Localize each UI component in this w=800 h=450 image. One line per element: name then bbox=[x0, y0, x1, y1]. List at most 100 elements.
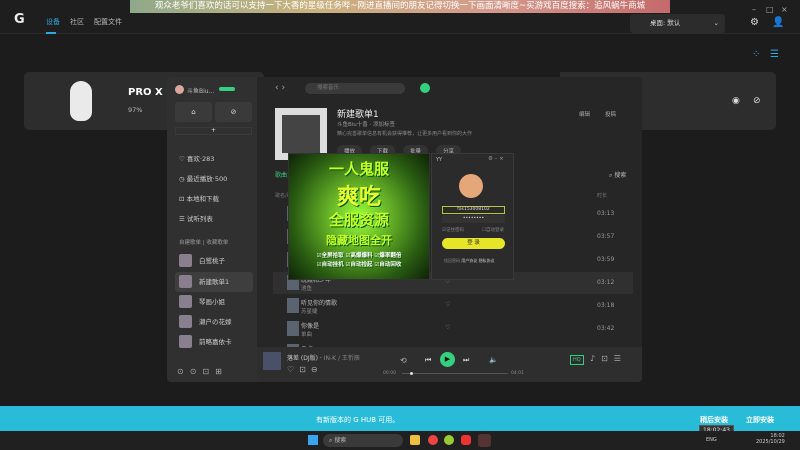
close-button[interactable]: × bbox=[781, 5, 788, 14]
previous-icon[interactable]: ⏮ bbox=[425, 356, 431, 365]
add-tag-link[interactable]: 添加标签 bbox=[373, 122, 395, 128]
battery-level: 97% bbox=[128, 106, 143, 114]
creator[interactable]: 斗鱼Biu十香 bbox=[337, 122, 368, 128]
yy-login-window: YY ⚙ – × fas153008102 •••••••• ☑记住密码 ☐自动… bbox=[431, 153, 514, 280]
avatar[interactable] bbox=[175, 85, 184, 94]
label: 本地和下载 bbox=[186, 195, 220, 203]
discover-icon[interactable]: ⊘ bbox=[215, 102, 252, 122]
install-now-button[interactable]: 立即安装 bbox=[746, 415, 774, 425]
file-explorer-icon[interactable] bbox=[410, 435, 420, 445]
clock[interactable]: 18:02 2025/10/29 bbox=[756, 433, 785, 445]
next-icon[interactable]: ⏭ bbox=[463, 356, 469, 365]
track-title[interactable]: 落差 (DJ版) bbox=[287, 355, 318, 362]
taskbar-search[interactable]: ⌕ 搜索 bbox=[323, 434, 403, 447]
add-button[interactable]: + bbox=[175, 127, 252, 135]
playlist-item[interactable]: 白鹭桃子 bbox=[175, 251, 253, 271]
search-songs[interactable]: ⌕ 搜索 bbox=[609, 170, 626, 180]
bottom-tool-icons[interactable]: ⊙⊙⊡⊞ bbox=[177, 367, 228, 376]
tab-collected[interactable]: 收藏歌单 bbox=[206, 240, 228, 246]
heart-icon[interactable]: ♡ bbox=[445, 301, 450, 308]
disconnect-icon[interactable]: ⊘ bbox=[753, 96, 761, 106]
playlist-tabs[interactable]: 自建歌单 | 收藏歌单 bbox=[179, 238, 228, 246]
playlist-item[interactable]: 濑户の花嫁 bbox=[175, 312, 253, 332]
playlist-item[interactable]: 新建歌单1 bbox=[175, 272, 253, 292]
playlist-title: 新建歌单1 bbox=[337, 110, 379, 120]
player-extra-icons[interactable]: ♪⊡☰ bbox=[590, 354, 627, 363]
remember-checkbox[interactable]: ☑记住密码 bbox=[442, 227, 464, 233]
progress-handle[interactable] bbox=[410, 372, 414, 375]
sidebar-item-local[interactable]: ⊡ 本地和下载 bbox=[179, 193, 219, 203]
sidebar-item-trial[interactable]: ☰ 试听列表 bbox=[179, 213, 213, 223]
start-icon[interactable] bbox=[308, 435, 318, 445]
game-ad-popup[interactable]: 一人鬼服 爽吃 全服资源 隐藏地图全开 ☑全屏拾取 ☑高爆爆料 ☑爆率翻倍 ☑自… bbox=[288, 153, 430, 280]
progress-slider[interactable] bbox=[402, 372, 508, 375]
chrome-icon[interactable] bbox=[428, 435, 438, 445]
tab-community[interactable]: 社区 bbox=[70, 17, 84, 27]
account-field[interactable]: fas153008102 bbox=[442, 206, 505, 214]
language-indicator[interactable]: ENG bbox=[706, 437, 717, 443]
terms-link[interactable]: 用户协议 bbox=[461, 258, 477, 263]
elapsed-time: 00:00 bbox=[383, 371, 396, 376]
app-icon[interactable] bbox=[444, 435, 454, 445]
label: 最近播放·500 bbox=[186, 175, 228, 183]
song-artist[interactable]: 苏星婕 bbox=[301, 307, 318, 315]
song-title[interactable]: 你像是 bbox=[301, 321, 319, 330]
submit-button[interactable]: 投稿 bbox=[605, 110, 616, 118]
tab-profiles[interactable]: 配置文件 bbox=[94, 17, 122, 27]
song-artist[interactable]: 池鱼 bbox=[301, 284, 312, 292]
netease-music-icon[interactable] bbox=[461, 435, 471, 445]
settings-icon[interactable]: ◉ bbox=[732, 96, 740, 106]
ghub-taskbar-icon[interactable] bbox=[478, 434, 491, 447]
ad-line: 爽吃 bbox=[336, 185, 381, 210]
song-duration: 03:57 bbox=[597, 233, 615, 240]
username[interactable]: 斗鱼Biu... bbox=[187, 86, 214, 95]
profile-dropdown[interactable]: 桌面: 默认 ⌄ bbox=[630, 14, 725, 33]
music-sidebar: 斗鱼Biu... ⌂ ⊘ + ♡ 喜欢·283 ◷ 最近播放·500 ⊡ 本地和… bbox=[167, 77, 257, 382]
sidebar-item-recent[interactable]: ◷ 最近播放·500 bbox=[179, 173, 227, 183]
minimize-button[interactable]: – bbox=[752, 5, 756, 14]
song-row[interactable]: 听见你的情歌 苏星婕 ♡ 03:18 bbox=[273, 295, 633, 317]
user-icon[interactable]: 👤 bbox=[772, 17, 784, 28]
window-controls[interactable]: ⚙ – × bbox=[488, 156, 504, 162]
update-message: 有新版本的 G HUB 可用。 bbox=[316, 416, 400, 424]
play-button[interactable]: ▶ bbox=[440, 352, 455, 367]
song-duration: 03:18 bbox=[597, 302, 615, 309]
song-row[interactable]: 你像是 单曲 ♡ 03:42 bbox=[273, 318, 633, 340]
ad-features: ☑全屏拾取 ☑高爆爆料 ☑爆率翻倍 bbox=[316, 253, 402, 259]
edit-button[interactable]: 编辑 bbox=[579, 110, 590, 118]
privacy-link[interactable]: 隐私协议 bbox=[479, 258, 495, 263]
playlist-item[interactable]: 前略嘉依卡 bbox=[175, 332, 253, 352]
song-cover bbox=[287, 298, 299, 313]
repeat-icon[interactable]: ⟲ bbox=[400, 356, 407, 365]
login-button[interactable]: 登 录 bbox=[442, 238, 505, 249]
search-input[interactable]: 搜索音乐 bbox=[305, 83, 405, 94]
tab-created[interactable]: 自建歌单 bbox=[179, 240, 201, 246]
heart-icon[interactable]: ♡ bbox=[445, 324, 450, 331]
now-playing-cover[interactable] bbox=[263, 352, 281, 370]
quality-badge[interactable]: HQ bbox=[570, 355, 584, 365]
gear-icon[interactable]: ⚙ bbox=[750, 17, 759, 28]
home-icon[interactable]: ⌂ bbox=[175, 102, 212, 122]
find-password-link[interactable]: 找回密码 bbox=[444, 258, 460, 263]
track-action-icons[interactable]: ♡⊡⊖ bbox=[287, 365, 323, 374]
track-artist[interactable]: IN-K / 王忻辰 bbox=[324, 355, 360, 362]
song-duration: 03:12 bbox=[597, 279, 615, 286]
install-later-button[interactable]: 稍后安装 bbox=[700, 415, 728, 425]
ad-line: 全服资源 bbox=[328, 211, 389, 229]
song-duration: 03:59 bbox=[597, 256, 615, 263]
maximize-button[interactable]: □ bbox=[766, 5, 774, 14]
grid-view-icon[interactable]: ⁘ bbox=[752, 49, 760, 60]
auto-login-checkbox[interactable]: ☐自动登录 bbox=[482, 227, 504, 233]
volume-icon[interactable]: 🔈 bbox=[489, 356, 498, 364]
tab-devices[interactable]: 设备 bbox=[46, 17, 60, 27]
song-artist[interactable]: 单曲 bbox=[301, 330, 312, 338]
password-field[interactable]: •••••••• bbox=[442, 215, 505, 223]
playlist-item[interactable]: 琴画小姐 bbox=[175, 292, 253, 312]
song-title[interactable]: 听见你的情歌 bbox=[301, 298, 337, 307]
sidebar-item-likes[interactable]: ♡ 喜欢·283 bbox=[179, 153, 214, 163]
back-forward-icons[interactable]: ‹ › bbox=[275, 83, 285, 93]
list-view-icon[interactable]: ☰ bbox=[770, 49, 779, 60]
vip-badge bbox=[219, 87, 235, 91]
mouse-image bbox=[70, 81, 92, 121]
col-duration: 时长 bbox=[597, 193, 608, 199]
